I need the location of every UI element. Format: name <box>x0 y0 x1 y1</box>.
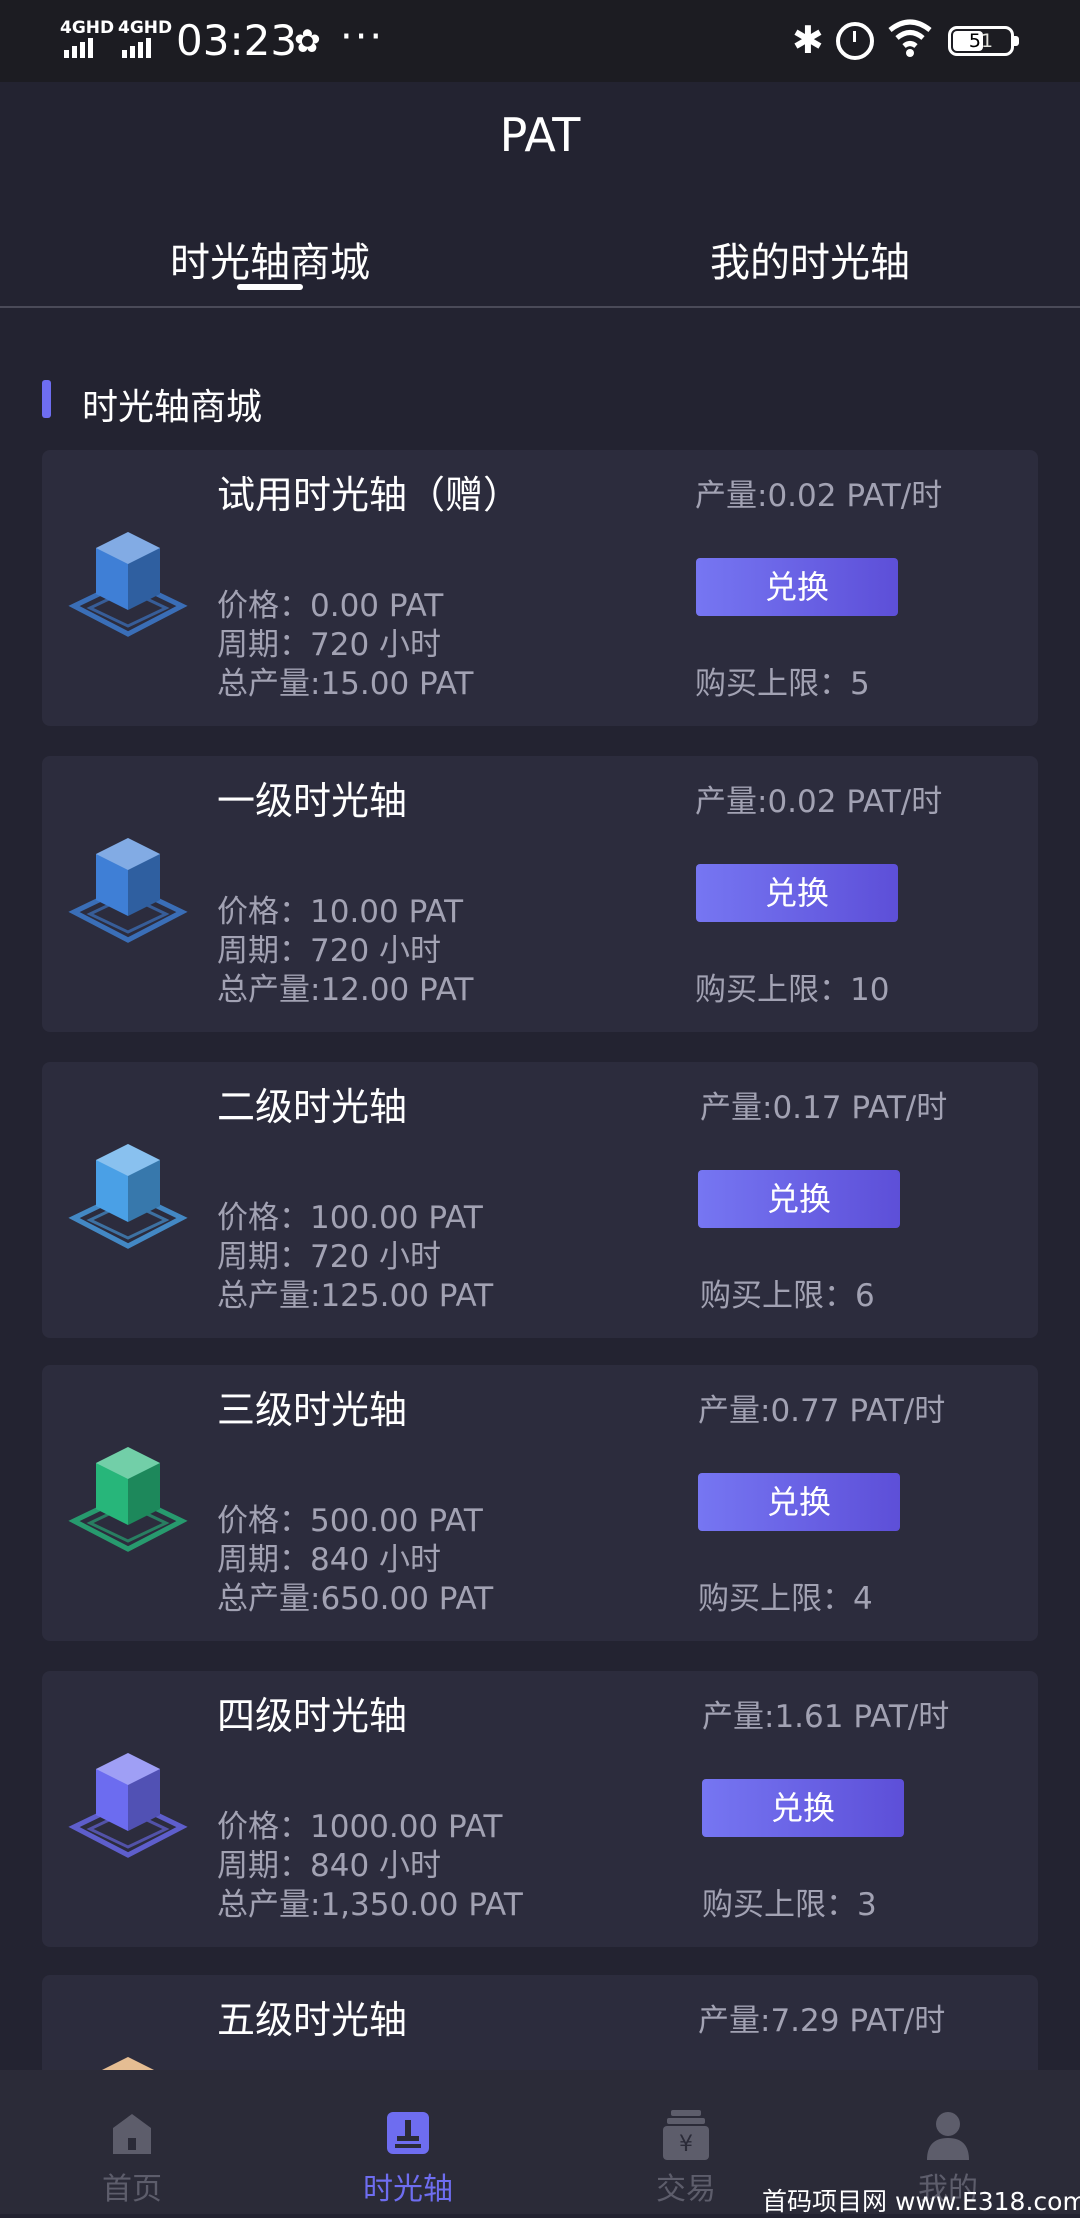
timeline-block-icon <box>68 1447 188 1552</box>
timeline-icon <box>387 2112 429 2154</box>
exchange-button[interactable]: 兑换 <box>698 1473 900 1531</box>
production-rate: 产量:0.02 PAT/时 <box>695 478 943 514</box>
product-total-output: 总产量:15.00 PAT <box>217 666 474 702</box>
section-title: 时光轴商城 <box>82 387 263 428</box>
production-rate: 产量:0.17 PAT/时 <box>700 1090 948 1126</box>
production-rate: 产量:0.77 PAT/时 <box>698 1393 946 1429</box>
profile-icon <box>927 2112 969 2160</box>
production-rate: 产量:1.61 PAT/时 <box>702 1699 950 1735</box>
signal-icon-1: 4GHD <box>60 18 114 60</box>
tab-timeline-mall[interactable]: 时光轴商城 <box>170 230 370 288</box>
timeline-block-icon <box>68 1753 188 1858</box>
product-name: 三级时光轴 <box>217 1388 408 1432</box>
product-card: 二级时光轴 产量:0.17 PAT/时 价格：100.00 PAT 周期：720 小时… <box>42 1062 1038 1338</box>
timeline-block-icon <box>68 532 188 637</box>
product-total-output: 总产量:12.00 PAT <box>217 972 474 1008</box>
nav-item-timeline[interactable]: 时光轴 <box>308 2070 508 2214</box>
alarm-icon <box>836 22 874 60</box>
tab-my-timeline[interactable]: 我的时光轴 <box>710 230 910 288</box>
more-notifications-icon: ··· <box>340 14 385 60</box>
product-name: 二级时光轴 <box>217 1085 408 1129</box>
product-total-output: 总产量:650.00 PAT <box>217 1581 494 1617</box>
active-tab-indicator <box>237 284 303 290</box>
clock: 03:23 <box>176 16 298 65</box>
product-name: 四级时光轴 <box>217 1694 408 1738</box>
network-type-2: 4GHD <box>118 18 173 38</box>
purchase-limit: 购买上限：6 <box>700 1278 875 1314</box>
production-rate: 产量:0.02 PAT/时 <box>695 784 943 820</box>
wechat-icon: ✿ <box>294 22 321 60</box>
nav-label-timeline: 时光轴 <box>363 2172 453 2207</box>
product-name: 一级时光轴 <box>217 779 408 823</box>
product-card: 试用时光轴（赠） 产量:0.02 PAT/时 价格：0.00 PAT 周期：720 小… <box>42 450 1038 726</box>
signal-icon-2: 4GHD <box>118 18 172 60</box>
production-rate: 产量:7.29 PAT/时 <box>698 2003 946 2039</box>
status-bar: 4GHD 4GHD 03:23 ✿ ··· ✱ 51 <box>0 0 1080 82</box>
product-name: 五级时光轴 <box>217 1998 408 2042</box>
product-card: 一级时光轴 产量:0.02 PAT/时 价格：10.00 PAT 周期：720 小时总… <box>42 756 1038 1032</box>
exchange-button[interactable]: 兑换 <box>702 1779 904 1837</box>
bluetooth-icon: ✱ <box>792 18 824 62</box>
svg-text:¥: ¥ <box>679 2132 693 2157</box>
battery-icon: 51 <box>948 26 1019 56</box>
home-icon <box>113 2114 151 2154</box>
exchange-button[interactable]: 兑换 <box>696 558 898 616</box>
nav-label-trade: 交易 <box>656 2172 716 2207</box>
nav-item-trade[interactable]: ¥ 交易 <box>586 2070 786 2214</box>
page-title: PAT <box>499 108 581 162</box>
exchange-button[interactable]: 兑换 <box>696 864 898 922</box>
section-accent-bar <box>42 380 51 418</box>
trade-icon: ¥ <box>663 2110 709 2160</box>
product-total-output: 总产量:1,350.00 PAT <box>217 1887 523 1923</box>
product-total-output: 总产量:125.00 PAT <box>217 1278 494 1314</box>
exchange-button[interactable]: 兑换 <box>698 1170 900 1228</box>
purchase-limit: 购买上限：4 <box>698 1581 873 1617</box>
timeline-block-icon <box>68 1144 188 1249</box>
timeline-block-icon <box>68 838 188 943</box>
nav-label-home: 首页 <box>102 2172 162 2207</box>
product-card: 四级时光轴 产量:1.61 PAT/时 价格：1000.00 PAT 周期：840 小… <box>42 1671 1038 1947</box>
network-type-1: 4GHD <box>60 18 115 38</box>
purchase-limit: 购买上限：10 <box>695 972 890 1008</box>
product-card: 三级时光轴 产量:0.77 PAT/时 价格：500.00 PAT 周期：840 小时… <box>42 1365 1038 1641</box>
product-name: 试用时光轴（赠） <box>217 473 522 517</box>
watermark: 首码项目网 www.E318.com <box>762 2187 1080 2216</box>
purchase-limit: 购买上限：5 <box>695 666 870 702</box>
wifi-icon <box>888 19 932 57</box>
tab-bar: 时光轴商城 我的时光轴 <box>0 222 1080 308</box>
battery-level: 51 <box>968 30 994 52</box>
nav-item-home[interactable]: 首页 <box>32 2070 232 2214</box>
purchase-limit: 购买上限：3 <box>702 1887 877 1923</box>
